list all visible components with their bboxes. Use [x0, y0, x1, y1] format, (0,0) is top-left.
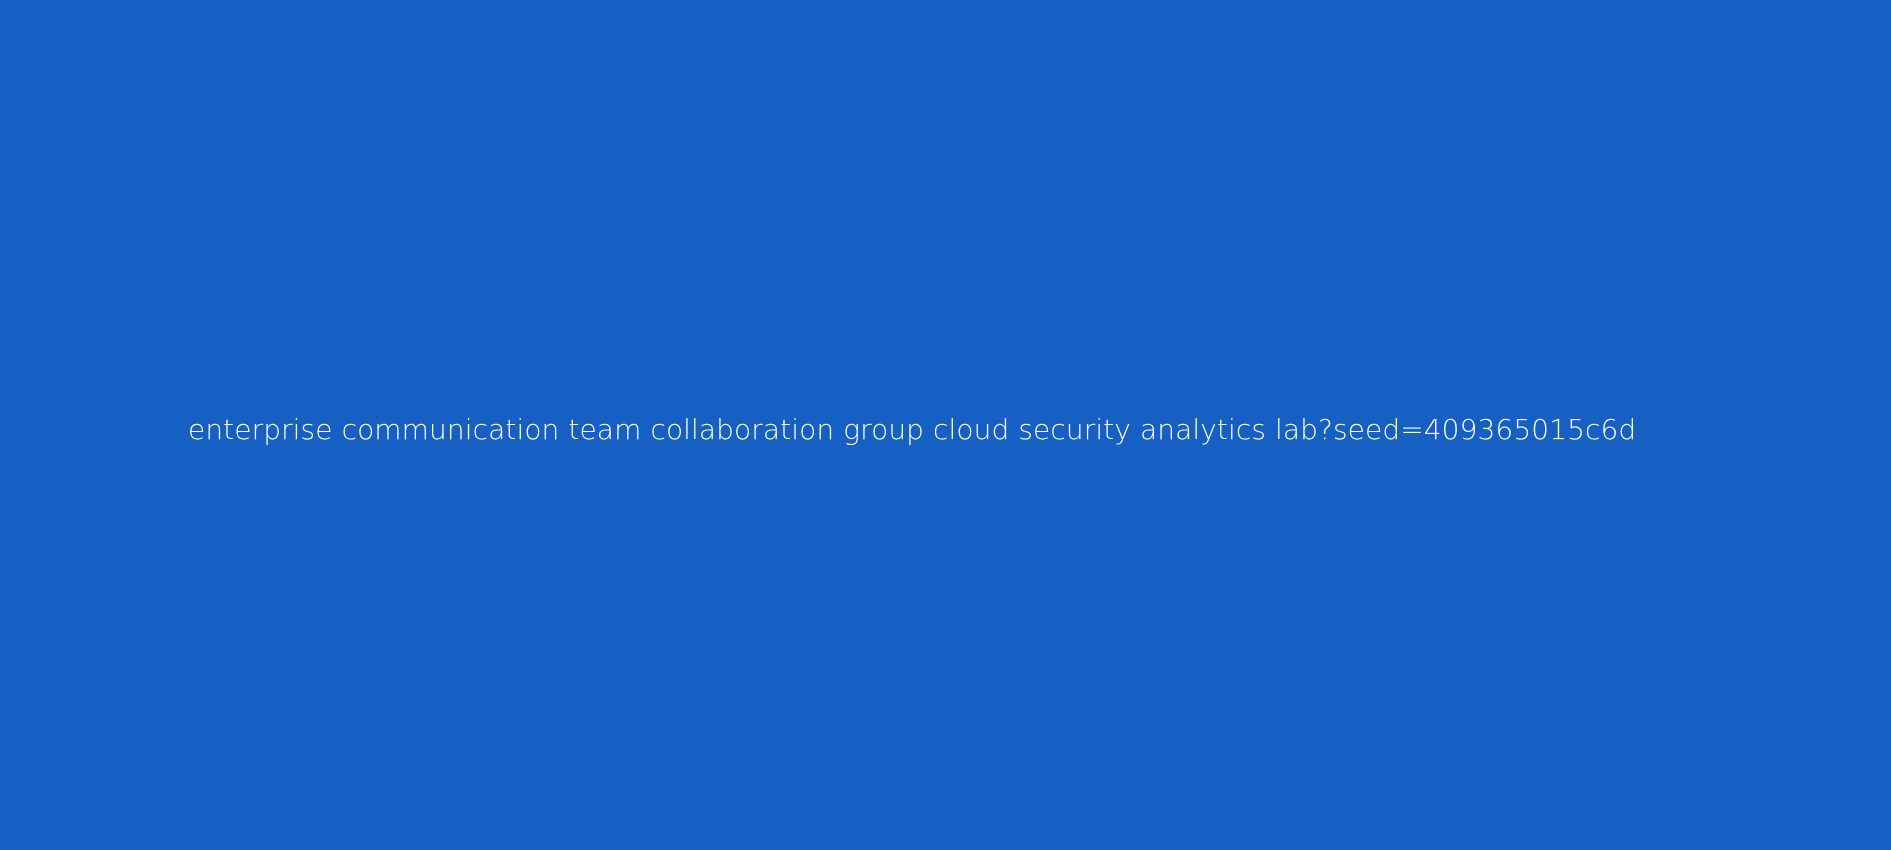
banner-text: enterprise communication team collaborat… — [188, 413, 1637, 446]
placeholder-banner: enterprise communication team collaborat… — [0, 0, 1891, 850]
